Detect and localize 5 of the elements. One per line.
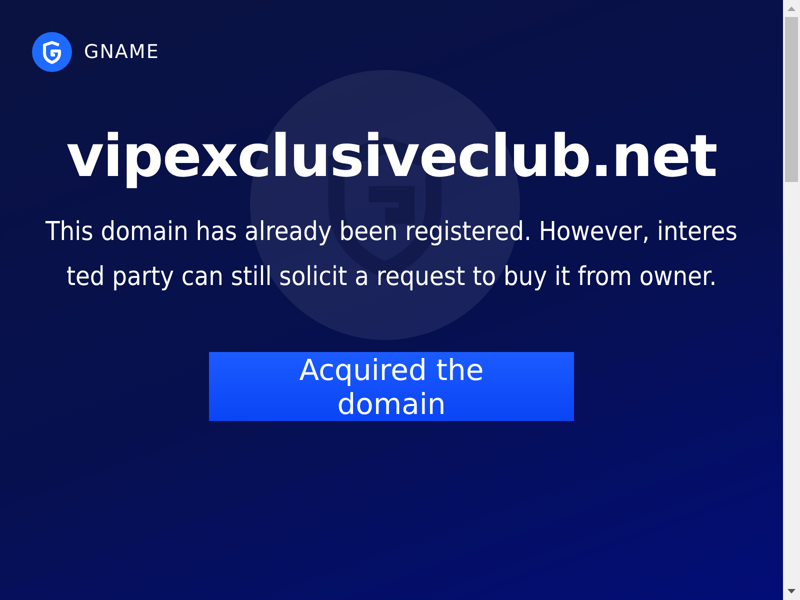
acquire-domain-button[interactable]: Acquired the domain [209, 352, 574, 421]
brand-name: GNAME [84, 41, 160, 63]
logo-icon [32, 32, 72, 72]
domain-title: vipexclusiveclub.net [66, 122, 717, 190]
registration-message: This domain has already been registered. However, interested party can still solicit a request to buy it from owner. [44, 216, 738, 294]
